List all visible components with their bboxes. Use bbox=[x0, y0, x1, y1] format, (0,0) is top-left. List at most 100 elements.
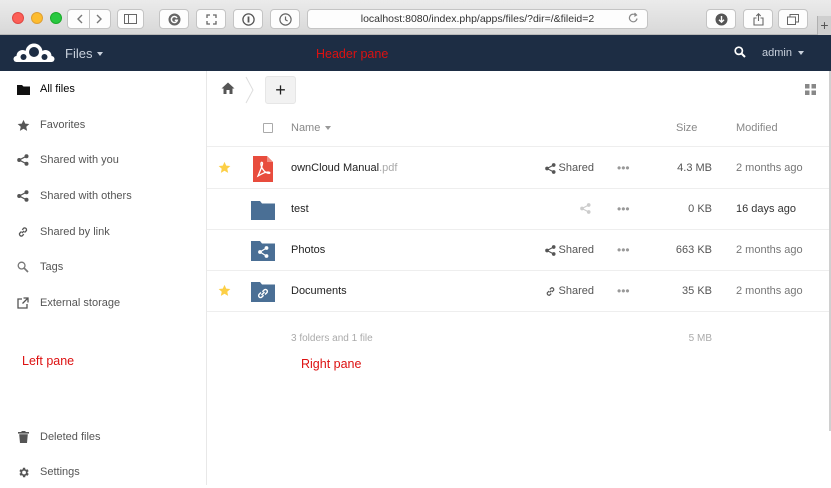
new-tab-button[interactable]: + bbox=[817, 16, 831, 35]
username: admin bbox=[762, 47, 792, 59]
sidebar-item-deleted-files[interactable]: Deleted files bbox=[0, 421, 206, 453]
file-name[interactable]: test bbox=[291, 203, 309, 215]
sidebar-item-settings[interactable]: Settings bbox=[0, 456, 206, 488]
file-table-header: Name Size Modified bbox=[207, 109, 831, 147]
url-text: localhost:8080/index.php/apps/files/?dir… bbox=[360, 13, 595, 25]
sort-by-name[interactable]: Name bbox=[291, 122, 332, 134]
breadcrumb-home[interactable] bbox=[221, 82, 235, 97]
password-manager-icon bbox=[241, 12, 255, 26]
new-file-button[interactable]: + bbox=[265, 76, 296, 104]
download-icon bbox=[715, 13, 727, 25]
sidebar-item-label: Shared by link bbox=[40, 226, 110, 238]
column-header-name: Name bbox=[291, 122, 321, 134]
table-row[interactable]: Documents Shared ••• 35 KB 2 months ago bbox=[207, 271, 831, 312]
extension-button-resize[interactable] bbox=[196, 9, 226, 29]
file-size: 4.3 MB bbox=[677, 162, 712, 174]
close-window-button[interactable] bbox=[12, 12, 24, 24]
sidebar-item-label: All files bbox=[40, 83, 75, 95]
share-button[interactable]: Shared bbox=[544, 244, 594, 256]
share-label: Shared bbox=[558, 162, 594, 174]
table-row[interactable]: ownCloud Manual.pdf Shared ••• 4.3 MB 2 … bbox=[207, 148, 831, 189]
sidebar-item-tags[interactable]: Tags bbox=[0, 251, 206, 283]
minimize-window-button[interactable] bbox=[31, 12, 43, 24]
reload-icon[interactable] bbox=[628, 12, 639, 27]
show-tabs-button[interactable] bbox=[778, 9, 808, 29]
resize-icon bbox=[205, 13, 217, 25]
file-name[interactable]: Photos bbox=[291, 244, 325, 256]
sidebar-item-external-storage[interactable]: External storage bbox=[0, 287, 206, 319]
more-actions-icon[interactable]: ••• bbox=[617, 202, 630, 216]
sort-by-modified[interactable]: Modified bbox=[736, 122, 778, 134]
caret-down-icon bbox=[797, 51, 804, 55]
file-basename: ownCloud Manual bbox=[291, 162, 380, 174]
folder-icon bbox=[251, 200, 275, 223]
file-extension: .pdf bbox=[379, 162, 398, 174]
sidebar-toggle-button[interactable] bbox=[117, 9, 144, 29]
header-pane-annotation: Header pane bbox=[316, 47, 389, 61]
shared-folder-icon bbox=[251, 240, 275, 264]
share-icon bbox=[580, 203, 591, 214]
file-size: 663 KB bbox=[675, 244, 712, 256]
sidebar-item-label: Favorites bbox=[40, 119, 86, 131]
address-bar[interactable]: localhost:8080/index.php/apps/files/?dir… bbox=[307, 9, 648, 29]
g-extension-icon bbox=[168, 13, 180, 25]
grid-icon bbox=[805, 84, 816, 95]
table-row[interactable]: Photos Shared ••• 663 KB 2 months ago bbox=[207, 230, 831, 271]
sidebar-item-shared-with-others[interactable]: Shared with others bbox=[0, 180, 206, 212]
extension-button-g[interactable] bbox=[159, 9, 189, 29]
downloads-button[interactable] bbox=[706, 9, 736, 29]
share-button[interactable]: Shared bbox=[544, 285, 594, 297]
favorite-star-icon[interactable] bbox=[218, 161, 231, 177]
share-upload-icon bbox=[752, 12, 764, 26]
more-actions-icon[interactable]: ••• bbox=[617, 284, 630, 298]
file-modified: 2 months ago bbox=[736, 285, 803, 297]
history-nav bbox=[67, 9, 111, 29]
share-page-button[interactable] bbox=[743, 9, 773, 29]
app-menu-toggle[interactable]: Files bbox=[65, 46, 104, 61]
file-modified: 16 days ago bbox=[736, 203, 796, 215]
share-button[interactable] bbox=[544, 203, 594, 214]
search-button[interactable] bbox=[734, 46, 746, 61]
owncloud-logo[interactable] bbox=[13, 42, 55, 67]
share-label: Shared bbox=[558, 244, 594, 256]
caret-down-icon bbox=[97, 51, 104, 56]
zoom-window-button[interactable] bbox=[50, 12, 62, 24]
share-icon bbox=[16, 189, 30, 203]
file-name[interactable]: ownCloud Manual.pdf bbox=[291, 162, 397, 174]
share-button[interactable]: Shared bbox=[544, 162, 594, 174]
folder-icon bbox=[16, 82, 30, 96]
sidebar-item-label: Shared with others bbox=[40, 190, 132, 202]
star-icon bbox=[16, 118, 30, 132]
more-actions-icon[interactable]: ••• bbox=[617, 243, 630, 257]
pdf-icon bbox=[251, 156, 275, 185]
sidebar-item-label: Settings bbox=[40, 466, 80, 478]
back-icon[interactable] bbox=[76, 14, 84, 24]
forward-icon[interactable] bbox=[95, 14, 103, 24]
left-pane-annotation: Left pane bbox=[22, 354, 75, 368]
link-folder-icon bbox=[251, 281, 275, 305]
file-name[interactable]: Documents bbox=[291, 285, 347, 297]
extension-button-clock[interactable] bbox=[270, 9, 300, 29]
table-row[interactable]: test ••• 0 KB 16 days ago bbox=[207, 189, 831, 230]
share-icon bbox=[16, 153, 30, 167]
extension-button-password[interactable] bbox=[233, 9, 263, 29]
select-all-checkbox[interactable] bbox=[263, 123, 273, 133]
sidebar-item-favorites[interactable]: Favorites bbox=[0, 109, 206, 141]
user-menu-toggle[interactable]: admin bbox=[762, 47, 804, 59]
sidebar-item-all-files[interactable]: All files bbox=[0, 73, 206, 105]
tag-search-icon bbox=[16, 260, 30, 274]
right-pane-annotation: Right pane bbox=[301, 357, 362, 371]
file-size: 35 KB bbox=[682, 285, 712, 297]
more-actions-icon[interactable]: ••• bbox=[617, 161, 630, 175]
file-summary-size: 5 MB bbox=[688, 333, 712, 344]
sidebar-item-shared-by-link[interactable]: Shared by link bbox=[0, 216, 206, 248]
sidebar-item-label: External storage bbox=[40, 297, 121, 309]
grid-view-toggle[interactable] bbox=[805, 84, 816, 98]
sort-by-size[interactable]: Size bbox=[676, 122, 697, 134]
sidebar-item-label: Tags bbox=[40, 261, 64, 273]
trash-icon bbox=[16, 430, 30, 444]
favorite-star-icon[interactable] bbox=[218, 284, 231, 300]
sidebar-item-shared-with-you[interactable]: Shared with you bbox=[0, 144, 206, 176]
app-name: Files bbox=[65, 46, 93, 61]
tabs-icon bbox=[787, 13, 799, 25]
